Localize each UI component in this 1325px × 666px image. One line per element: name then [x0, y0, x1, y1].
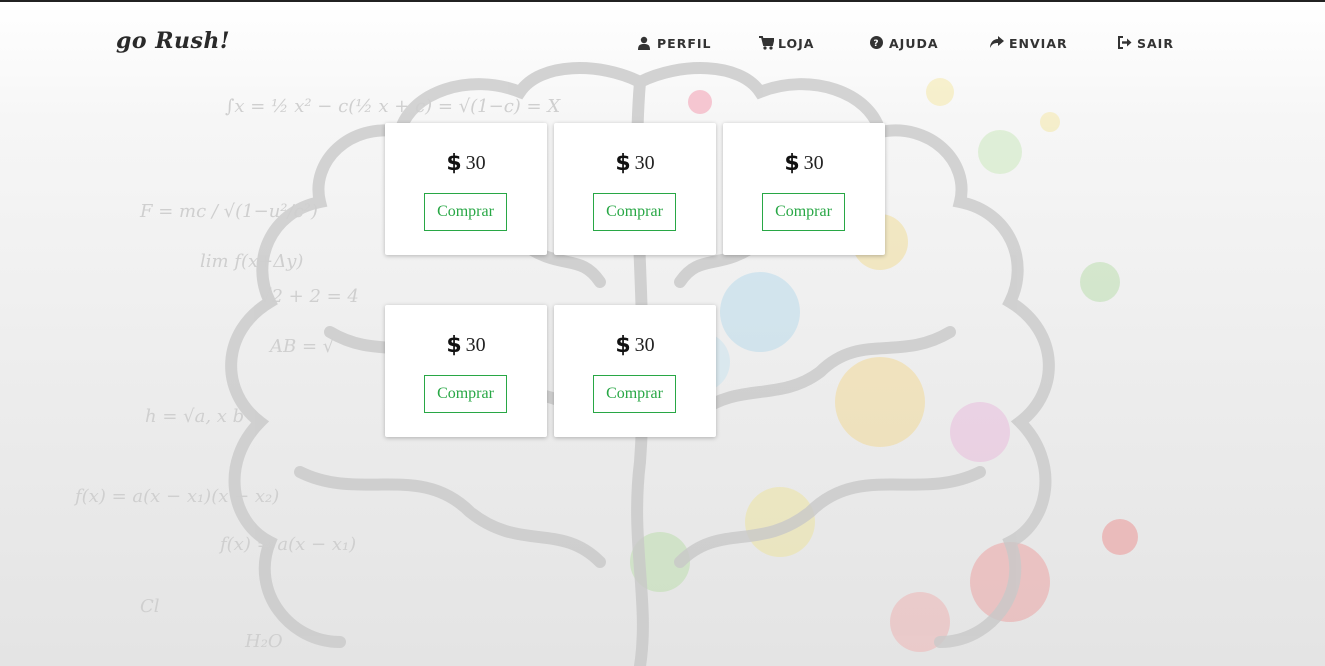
price-label: $ 30 — [723, 151, 885, 176]
price-value: 30 — [465, 152, 486, 174]
nav-sair-label: SAIR — [1137, 35, 1174, 51]
price-label: $ 30 — [554, 333, 716, 358]
buy-button[interactable]: Comprar — [424, 375, 507, 413]
brand-logo[interactable]: go Rush! — [116, 28, 230, 54]
svg-text:h = √a, x b: h = √a, x b — [145, 406, 244, 427]
dollar-icon: $ — [446, 151, 462, 176]
nav-perfil-label: PERFIL — [657, 35, 712, 51]
cart-icon — [759, 36, 774, 50]
nav-ajuda-label: AJUDA — [889, 35, 939, 51]
svg-text:?: ? — [873, 39, 879, 49]
buy-button[interactable]: Comprar — [593, 193, 676, 231]
dollar-icon: $ — [446, 333, 462, 358]
question-circle-icon: ? — [870, 36, 884, 50]
store-item-card: $ 30 Comprar — [723, 123, 885, 255]
dollar-icon: $ — [615, 151, 631, 176]
buy-button[interactable]: Comprar — [593, 375, 676, 413]
store-item-card: $ 30 Comprar — [554, 305, 716, 437]
dollar-icon: $ — [784, 151, 800, 176]
svg-text:AB = √: AB = √ — [268, 336, 335, 357]
svg-text:f(x) = a(x − x₁)(x − x₂): f(x) = a(x − x₁)(x − x₂) — [73, 486, 279, 507]
price-value: 30 — [634, 152, 655, 174]
price-label: $ 30 — [385, 151, 547, 176]
nav-enviar[interactable]: ENVIAR — [990, 34, 1068, 52]
share-icon — [990, 36, 1004, 50]
svg-text:H₂O: H₂O — [244, 631, 283, 652]
buy-button[interactable]: Comprar — [424, 193, 507, 231]
store-item-card: $ 30 Comprar — [385, 123, 547, 255]
svg-text:lim f(x+Δy): lim f(x+Δy) — [200, 251, 303, 272]
price-value: 30 — [803, 152, 824, 174]
price-value: 30 — [634, 334, 655, 356]
nav-enviar-label: ENVIAR — [1009, 35, 1068, 51]
svg-text:∫x = ½ x² − c(½ x + c) = √(1−c: ∫x = ½ x² − c(½ x + c) = √(1−c) = X — [225, 96, 561, 117]
price-label: $ 30 — [385, 333, 547, 358]
user-icon — [638, 36, 652, 50]
store-item-card: $ 30 Comprar — [385, 305, 547, 437]
price-value: 30 — [465, 334, 486, 356]
svg-text:F = mc / √(1−u²/c²): F = mc / √(1−u²/c²) — [139, 201, 318, 222]
nav-loja-label: LOJA — [778, 35, 815, 51]
store-item-card: $ 30 Comprar — [554, 123, 716, 255]
price-label: $ 30 — [554, 151, 716, 176]
navbar: go Rush! PERFIL LOJA ? AJUDA ENVIAR SAIR — [0, 2, 1325, 80]
nav-ajuda[interactable]: ? AJUDA — [870, 34, 939, 52]
nav-loja[interactable]: LOJA — [759, 34, 814, 52]
svg-text:√2 + 2 = 4: √2 + 2 = 4 — [260, 286, 359, 307]
nav-perfil[interactable]: PERFIL — [638, 34, 711, 52]
buy-button[interactable]: Comprar — [762, 193, 845, 231]
svg-text:Cl: Cl — [140, 596, 160, 617]
sign-out-icon — [1118, 36, 1132, 50]
svg-text:f(x) = a(x − x₁): f(x) = a(x − x₁) — [218, 534, 356, 555]
nav-sair[interactable]: SAIR — [1118, 34, 1174, 52]
dollar-icon: $ — [615, 333, 631, 358]
